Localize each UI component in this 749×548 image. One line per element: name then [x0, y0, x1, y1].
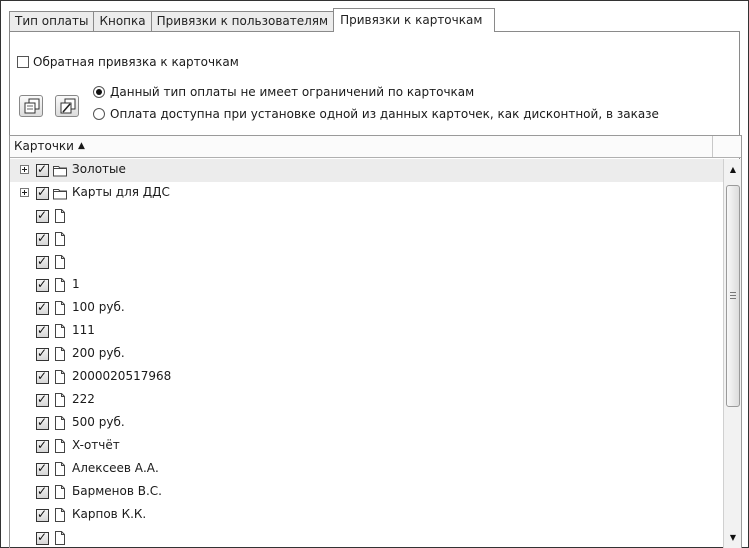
tree-item-row[interactable]: 100 руб. [10, 297, 723, 320]
item-checkbox[interactable] [36, 254, 49, 269]
tree-item-row[interactable]: X-отчёт [10, 435, 723, 458]
item-label: 1 [72, 277, 80, 291]
item-label: Золотые [72, 162, 126, 176]
edit-copy-icon [60, 98, 76, 114]
radio-no-restrictions-label: Данный тип оплаты не имеет ограничений п… [110, 85, 475, 99]
reverse-binding-label: Обратная привязка к карточкам [33, 55, 239, 69]
radio-card-required-option[interactable]: Оплата доступна при установке одной из д… [93, 107, 659, 121]
document-icon [52, 346, 68, 365]
tab-button[interactable]: Кнопка [93, 11, 152, 31]
item-label: 111 [72, 323, 95, 337]
document-icon [52, 392, 68, 411]
document-icon [52, 254, 68, 273]
radio-no-restrictions[interactable] [93, 86, 105, 98]
item-checkbox[interactable] [36, 369, 49, 384]
item-checkbox[interactable] [36, 346, 49, 361]
tree-item-row[interactable] [10, 205, 723, 228]
item-checkbox[interactable] [36, 461, 49, 476]
tree-item-row[interactable]: Алексеев А.А. [10, 458, 723, 481]
item-label: 200 руб. [72, 346, 125, 360]
item-label: Алексеев А.А. [72, 461, 159, 475]
document-icon [52, 438, 68, 457]
tab-bar: Тип оплаты Кнопка Привязки к пользовател… [9, 8, 496, 32]
vertical-scrollbar[interactable]: ▲ ▼ [723, 159, 741, 548]
item-label: X-отчёт [72, 438, 120, 452]
reverse-binding-checkbox[interactable] [17, 56, 29, 68]
item-checkbox[interactable] [36, 185, 49, 200]
document-icon [52, 277, 68, 296]
radio-card-required-label: Оплата доступна при установке одной из д… [110, 107, 659, 121]
document-icon [52, 530, 68, 548]
item-label: 222 [72, 392, 95, 406]
copy-button[interactable] [19, 95, 43, 117]
column-header-label: Карточки [14, 139, 74, 153]
tab-card-bindings[interactable]: Привязки к карточкам [333, 8, 496, 32]
radio-card-required[interactable] [93, 108, 105, 120]
list-rows: Золотые Карты для ДДС 1 100 руб. 111 200 руб.… [10, 159, 723, 548]
document-icon [52, 300, 68, 319]
document-icon [52, 415, 68, 434]
scroll-up-button[interactable]: ▲ [724, 161, 741, 179]
item-checkbox[interactable] [36, 208, 49, 223]
scrollbar-thumb[interactable] [726, 185, 740, 407]
tab-user-bindings[interactable]: Привязки к пользователям [150, 11, 335, 31]
item-checkbox[interactable] [36, 323, 49, 338]
tree-folder-row[interactable]: Золотые [10, 159, 723, 182]
tree-item-row[interactable] [10, 251, 723, 274]
item-label: Барменов В.С. [72, 484, 162, 498]
cards-tree-list[interactable]: Карточки ▲ Золотые Карты для ДДС 1 100 руб.… [9, 135, 742, 548]
item-label: 500 руб. [72, 415, 125, 429]
tree-item-row[interactable]: 500 руб. [10, 412, 723, 435]
tree-item-row[interactable] [10, 527, 723, 548]
item-checkbox[interactable] [36, 231, 49, 246]
folder-icon [52, 185, 68, 204]
document-icon [52, 461, 68, 480]
copy-icon [24, 98, 40, 114]
tree-item-row[interactable]: 222 [10, 389, 723, 412]
item-checkbox[interactable] [36, 300, 49, 315]
tree-item-row[interactable]: 2000020517968 [10, 366, 723, 389]
item-checkbox[interactable] [36, 484, 49, 499]
sort-ascending-icon: ▲ [77, 141, 85, 151]
tree-item-row[interactable]: 200 руб. [10, 343, 723, 366]
expand-plus-icon[interactable] [20, 165, 29, 174]
item-label: 2000020517968 [72, 369, 172, 383]
document-icon [52, 208, 68, 227]
item-checkbox[interactable] [36, 530, 49, 545]
list-header: Карточки ▲ [10, 136, 741, 158]
scrollbar-grip-icon [730, 292, 736, 299]
folder-icon [52, 162, 68, 181]
item-label: 100 руб. [72, 300, 125, 314]
item-checkbox[interactable] [36, 162, 49, 177]
document-icon [52, 507, 68, 526]
tree-item-row[interactable]: 1 [10, 274, 723, 297]
edit-copy-button[interactable] [55, 95, 79, 117]
item-checkbox[interactable] [36, 277, 49, 292]
tree-item-row[interactable]: 111 [10, 320, 723, 343]
tree-item-row[interactable]: Карпов К.К. [10, 504, 723, 527]
item-checkbox[interactable] [36, 415, 49, 430]
expand-plus-icon[interactable] [20, 188, 29, 197]
document-icon [52, 369, 68, 388]
radio-no-restrictions-option[interactable]: Данный тип оплаты не имеет ограничений п… [93, 85, 474, 99]
document-icon [52, 323, 68, 342]
item-label: Карты для ДДС [72, 185, 170, 199]
item-checkbox[interactable] [36, 507, 49, 522]
item-label: Карпов К.К. [72, 507, 147, 521]
item-checkbox[interactable] [36, 392, 49, 407]
settings-window: Тип оплаты Кнопка Привязки к пользовател… [0, 0, 749, 548]
scroll-down-button[interactable]: ▼ [724, 529, 741, 547]
tree-folder-row[interactable]: Карты для ДДС [10, 182, 723, 205]
item-checkbox[interactable] [36, 438, 49, 453]
reverse-binding-option[interactable]: Обратная привязка к карточкам [17, 55, 239, 69]
document-icon [52, 484, 68, 503]
tree-item-row[interactable]: Барменов В.С. [10, 481, 723, 504]
tree-item-row[interactable] [10, 228, 723, 251]
tab-payment-type[interactable]: Тип оплаты [9, 11, 95, 31]
column-header-cards[interactable]: Карточки ▲ [10, 136, 713, 157]
document-icon [52, 231, 68, 250]
